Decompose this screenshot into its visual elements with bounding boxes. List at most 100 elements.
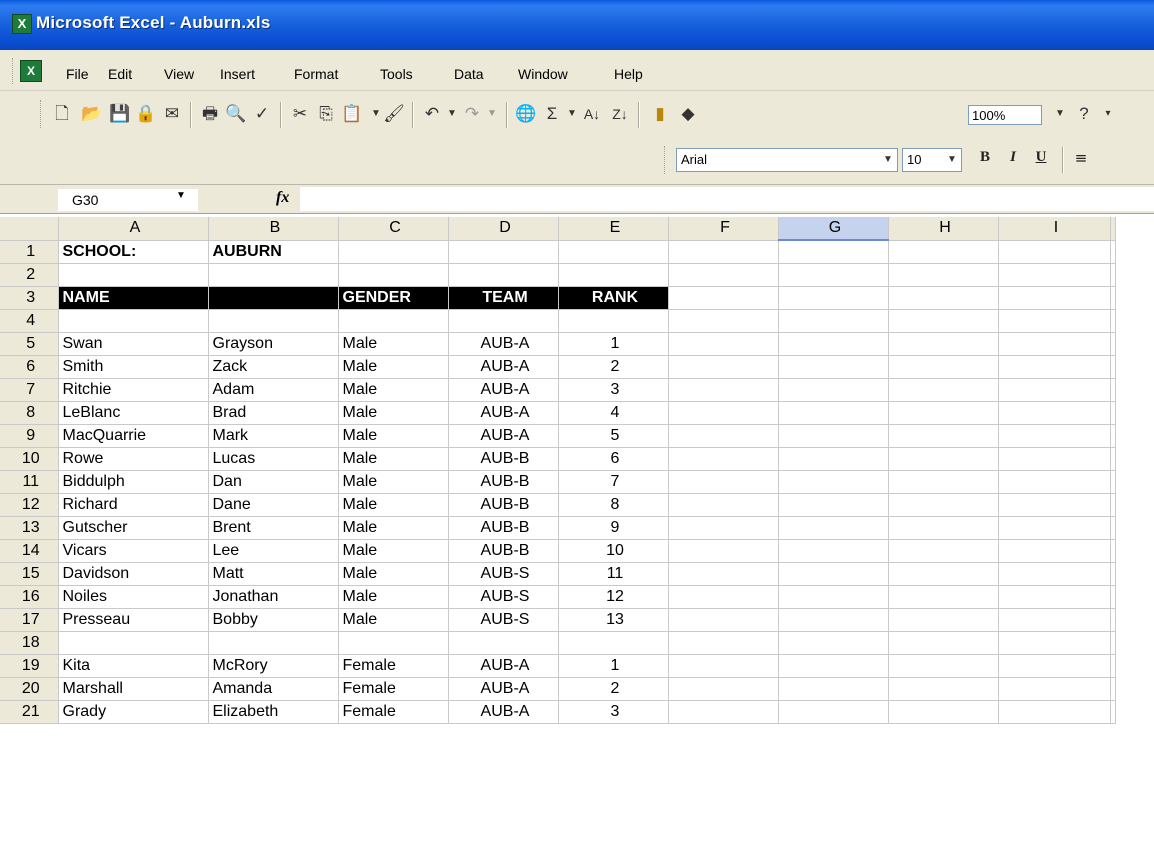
cell[interactable] [558,631,669,655]
cell[interactable] [888,263,999,287]
cell[interactable]: AUB-A [448,401,559,425]
cell[interactable] [778,470,889,494]
cell[interactable] [998,631,1111,655]
cell[interactable]: AUB-A [448,700,559,724]
cell[interactable]: Male [338,539,449,563]
cell[interactable] [58,309,209,333]
cell[interactable] [778,516,889,540]
cell[interactable] [998,516,1111,540]
cell[interactable] [888,585,999,609]
font-size-dropdown-icon[interactable]: ▼ [940,148,964,172]
cell[interactable]: AUB-B [448,516,559,540]
permission-icon[interactable]: 🔒 [134,102,158,126]
cell[interactable]: 4 [558,401,669,425]
cell[interactable] [998,470,1111,494]
cell[interactable] [1110,585,1116,609]
cell[interactable]: AUB-A [448,332,559,356]
row-header[interactable]: 10 [0,447,59,471]
cell[interactable] [668,700,779,724]
cell[interactable] [58,631,209,655]
cell[interactable] [558,240,669,264]
cell[interactable]: AUB-S [448,608,559,632]
cell[interactable] [998,700,1111,724]
cell[interactable]: Male [338,493,449,517]
cell[interactable] [1110,516,1116,540]
cell[interactable] [998,378,1111,402]
new-icon[interactable]: 🗋 [50,102,74,126]
row-header[interactable]: 21 [0,700,59,724]
cell[interactable] [888,355,999,379]
cell[interactable] [1110,401,1116,425]
column-header-i[interactable]: I [998,217,1111,241]
cell[interactable]: 6 [558,447,669,471]
cell[interactable]: Zack [208,355,339,379]
insert-function-icon[interactable]: fx [276,189,289,207]
cell[interactable] [668,332,779,356]
cell[interactable] [888,562,999,586]
cell[interactable]: Richard [58,493,209,517]
cell[interactable]: Male [338,401,449,425]
cell[interactable]: Davidson [58,562,209,586]
excel-icon[interactable]: X [12,14,32,34]
cell[interactable]: Kita [58,654,209,678]
cell[interactable]: Elizabeth [208,700,339,724]
cut-icon[interactable]: ✂ [288,102,312,126]
cell[interactable]: AUB-A [448,355,559,379]
cell[interactable] [1110,332,1116,356]
cell[interactable] [888,516,999,540]
name-box-dropdown-icon[interactable]: ▼ [176,190,186,201]
cell[interactable] [778,539,889,563]
cell[interactable] [1110,562,1116,586]
cell[interactable]: Presseau [58,608,209,632]
cell[interactable] [668,286,779,310]
cell[interactable]: MacQuarrie [58,424,209,448]
cell[interactable] [888,539,999,563]
cell[interactable] [998,447,1111,471]
cell[interactable] [778,585,889,609]
cell[interactable]: AUB-A [448,424,559,448]
print-preview-icon[interactable]: 🔍 [224,102,248,126]
cell[interactable]: AUB-A [448,378,559,402]
cell[interactable]: RANK [558,286,669,310]
row-header[interactable]: 14 [0,539,59,563]
cell[interactable]: Noiles [58,585,209,609]
menubar-grip[interactable] [12,58,16,84]
cell[interactable]: Amanda [208,677,339,701]
cell[interactable] [778,240,889,264]
paste-icon[interactable]: 📋 [340,102,364,126]
row-header[interactable]: 9 [0,424,59,448]
cell[interactable] [668,631,779,655]
cell[interactable] [888,332,999,356]
cell[interactable] [1110,677,1116,701]
align-left-icon[interactable]: ≡ [1070,149,1092,171]
cell[interactable] [998,332,1111,356]
cell[interactable] [668,654,779,678]
cell[interactable] [778,631,889,655]
cell[interactable]: AUB-S [448,562,559,586]
cell[interactable]: Brent [208,516,339,540]
cell[interactable] [1110,424,1116,448]
row-header[interactable]: 16 [0,585,59,609]
help-icon[interactable]: ? [1072,102,1096,126]
cell[interactable] [888,424,999,448]
cell[interactable]: Rowe [58,447,209,471]
hyperlink-icon[interactable]: 🌐 [514,102,538,126]
row-header[interactable]: 12 [0,493,59,517]
cell[interactable] [448,240,559,264]
cell[interactable] [448,309,559,333]
row-header[interactable]: 3 [0,286,59,310]
cell[interactable] [338,309,449,333]
menu-format[interactable]: Format [294,66,338,82]
toolbar-grip[interactable] [40,100,44,128]
cell[interactable]: 1 [558,332,669,356]
menu-window[interactable]: Window [518,66,568,82]
cell[interactable] [668,677,779,701]
copy-icon[interactable]: ⎘ [314,102,338,126]
cell[interactable] [998,263,1111,287]
column-header-partial[interactable] [1110,217,1116,241]
cell[interactable] [778,493,889,517]
cell[interactable] [668,562,779,586]
column-header-d[interactable]: D [448,217,559,241]
cell[interactable] [998,424,1111,448]
sort-ascending-icon[interactable]: A↓ [580,102,604,126]
